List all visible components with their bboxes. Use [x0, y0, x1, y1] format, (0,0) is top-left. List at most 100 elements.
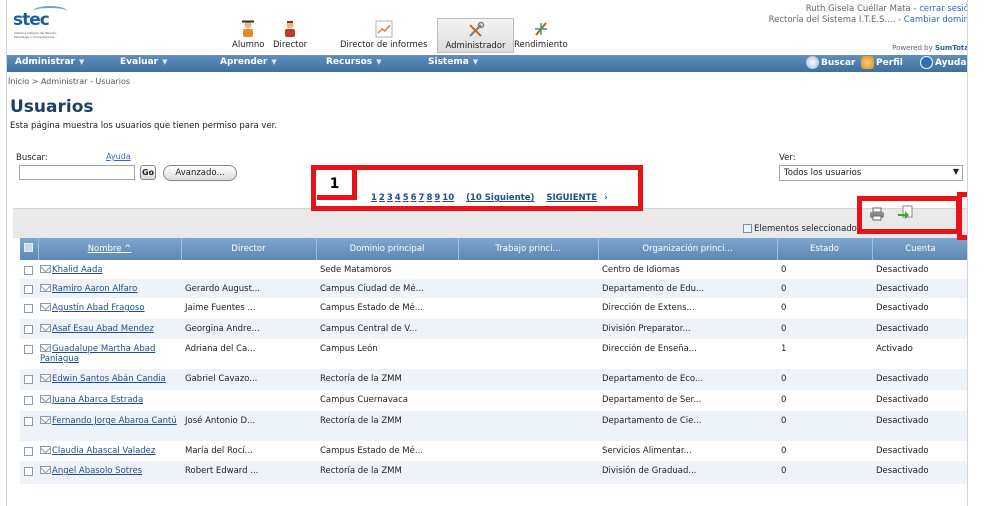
user-name-link[interactable]: Agustín Abad Fragoso	[52, 303, 145, 313]
table-row[interactable]: Juana Abarca Estrada Campus Cuernavaca Dep…	[20, 390, 967, 411]
nav-aprender[interactable]: Aprender ▼	[220, 57, 277, 67]
column-header-account[interactable]: Cuenta	[872, 238, 967, 260]
row-checkbox[interactable]	[20, 411, 38, 441]
chevron-down-icon: ▼	[162, 58, 168, 66]
table-row[interactable]: Agustín Abad Fragoso Jaime Fuentes ... Cam…	[20, 298, 967, 319]
email-icon[interactable]	[40, 344, 51, 352]
job-cell	[458, 339, 598, 369]
go-button[interactable]: Go	[140, 165, 156, 180]
account-cell: Desactivado	[872, 260, 967, 279]
chevron-down-icon: ▼	[952, 167, 959, 176]
job-cell	[458, 298, 598, 319]
user-name-link[interactable]: Fernando Jorge Abaroa Cantú	[52, 416, 177, 426]
main-nav: Administrar ▼ Evaluar ▼ Aprender ▼ Recursos…	[7, 55, 967, 72]
table-row[interactable]: Edwin Santos Abán Candia Gabriel Cavazo..…	[20, 369, 967, 390]
domain-cell: Campus Estado de Mé...	[316, 441, 458, 461]
account-cell: Activado	[872, 339, 967, 369]
email-icon[interactable]	[40, 446, 51, 454]
user-name-link[interactable]: Claudia Abascal Valadez	[52, 446, 155, 456]
director-cell: Gerardo August...	[181, 279, 316, 298]
email-icon[interactable]	[40, 374, 51, 382]
column-header-organization[interactable]: Organización princi...	[598, 238, 778, 260]
user-name-cell: Fernando Jorge Abaroa Cantú	[38, 411, 181, 441]
select-all-checkbox[interactable]	[20, 238, 39, 260]
column-header-domain[interactable]: Dominio principal	[316, 238, 459, 260]
organization-cell: Departamento de Edu...	[598, 279, 777, 298]
row-checkbox[interactable]	[20, 339, 38, 369]
nav-evaluar[interactable]: Evaluar ▼	[120, 57, 167, 67]
table-row[interactable]: Khalid Aada Sede Matamoros Centro de Idiom…	[20, 260, 967, 279]
email-icon[interactable]	[40, 265, 51, 273]
table-row[interactable]: Asaf Esau Abad Mendez Georgina Andre... Ca…	[20, 319, 967, 339]
row-checkbox[interactable]	[20, 260, 38, 279]
nav-profile[interactable]: Perfil	[861, 56, 903, 69]
director-icon	[285, 21, 296, 37]
email-icon[interactable]	[40, 324, 51, 332]
table-row[interactable]: Fernando Jorge Abaroa Cantú José Antonio …	[20, 411, 967, 441]
account-cell: Desactivado	[872, 319, 967, 339]
nav-help[interactable]: Ayuda	[920, 56, 966, 69]
director-cell: Georgina Andre...	[181, 319, 316, 339]
email-icon[interactable]	[40, 303, 51, 311]
selected-items-link[interactable]: Elementos seleccionado	[743, 224, 857, 234]
role-rendimiento[interactable]: Rendimiento	[514, 20, 568, 50]
row-checkbox[interactable]	[20, 298, 38, 319]
nav-recursos[interactable]: Recursos ▼	[326, 57, 382, 67]
row-checkbox[interactable]	[20, 279, 38, 298]
email-icon[interactable]	[40, 395, 51, 403]
breadcrumb[interactable]: Inicio > Administrar - Usuarios	[8, 77, 130, 86]
current-domain: Rectoría del Sistema I.T.E.S.... -	[768, 15, 902, 25]
logout-link[interactable]: - cerrar sesió	[913, 4, 967, 14]
user-name-link[interactable]: Angel Abasolo Sotres	[52, 466, 142, 476]
checkbox-icon	[743, 224, 752, 233]
table-row[interactable]: Guadalupe Martha Abad Paniagua Adriana de…	[20, 339, 967, 369]
user-name-link[interactable]: Juana Abarca Estrada	[52, 395, 143, 405]
row-checkbox[interactable]	[20, 461, 38, 484]
role-alumno[interactable]: Alumno	[232, 20, 264, 50]
job-cell	[458, 279, 598, 298]
tools-icon	[468, 21, 484, 37]
search-help-link[interactable]: Ayuda	[106, 152, 131, 161]
user-name-link[interactable]: Khalid Aada	[52, 265, 103, 275]
table-row[interactable]: Ramiro Aaron Alfaro Gerardo August... Camp…	[20, 279, 967, 298]
report-chart-icon	[375, 20, 393, 38]
email-icon[interactable]	[40, 284, 51, 292]
role-director-informes[interactable]: Director de informes	[340, 20, 427, 50]
user-name-link[interactable]: Asaf Esau Abad Mendez	[52, 324, 154, 334]
director-cell: Gabriel Cavazo...	[181, 369, 316, 390]
table-row[interactable]: Angel Abasolo Sotres Robert Edward ... Rec…	[20, 461, 967, 484]
row-checkbox[interactable]	[20, 441, 38, 461]
state-cell: 0	[777, 369, 872, 390]
performance-icon	[534, 22, 547, 36]
stec-logo[interactable]: stec Sistema Integral del Talento, Estra…	[13, 6, 71, 40]
powered-by: Powered by SumTota	[892, 44, 968, 52]
advanced-search-button[interactable]: Avanzado...	[163, 165, 237, 181]
email-icon[interactable]	[40, 466, 51, 474]
role-director[interactable]: Director	[273, 20, 307, 50]
user-name-cell: Agustín Abad Fragoso	[38, 298, 181, 319]
column-header-state[interactable]: Estado	[777, 238, 873, 260]
user-name-link[interactable]: Ramiro Aaron Alfaro	[52, 284, 137, 294]
change-domain-link[interactable]: Cambiar domin	[904, 15, 967, 25]
job-cell	[458, 369, 598, 390]
view-select[interactable]: Todos los usuarios ▼	[779, 165, 963, 181]
top-header: stec Sistema Integral del Talento, Estra…	[7, 0, 968, 55]
role-administrador[interactable]: Administrador	[437, 18, 514, 53]
user-name-link[interactable]: Guadalupe Martha Abad Paniagua	[40, 344, 155, 364]
nav-search[interactable]: Buscar	[806, 56, 855, 69]
column-header-director[interactable]: Director	[181, 238, 317, 260]
column-header-job[interactable]: Trabajo princi...	[458, 238, 599, 260]
user-name-link[interactable]: Edwin Santos Abán Candia	[52, 374, 166, 384]
organization-cell: Departamento de Ser...	[598, 390, 777, 411]
users-table: Nombre ^ Director Dominio principal Trab…	[20, 238, 967, 484]
row-checkbox[interactable]	[20, 390, 38, 411]
nav-administrar[interactable]: Administrar ▼	[15, 57, 84, 67]
row-checkbox[interactable]	[20, 319, 38, 339]
row-checkbox[interactable]	[20, 369, 38, 390]
nav-sistema[interactable]: Sistema ▼	[428, 57, 478, 67]
search-input[interactable]	[19, 165, 135, 180]
table-row[interactable]: Claudia Abascal Valadez María del Rocí...…	[20, 441, 967, 461]
column-header-name[interactable]: Nombre ^	[38, 238, 182, 260]
email-icon[interactable]	[40, 416, 51, 424]
domain-cell: Rectoría de la ZMM	[316, 411, 458, 441]
